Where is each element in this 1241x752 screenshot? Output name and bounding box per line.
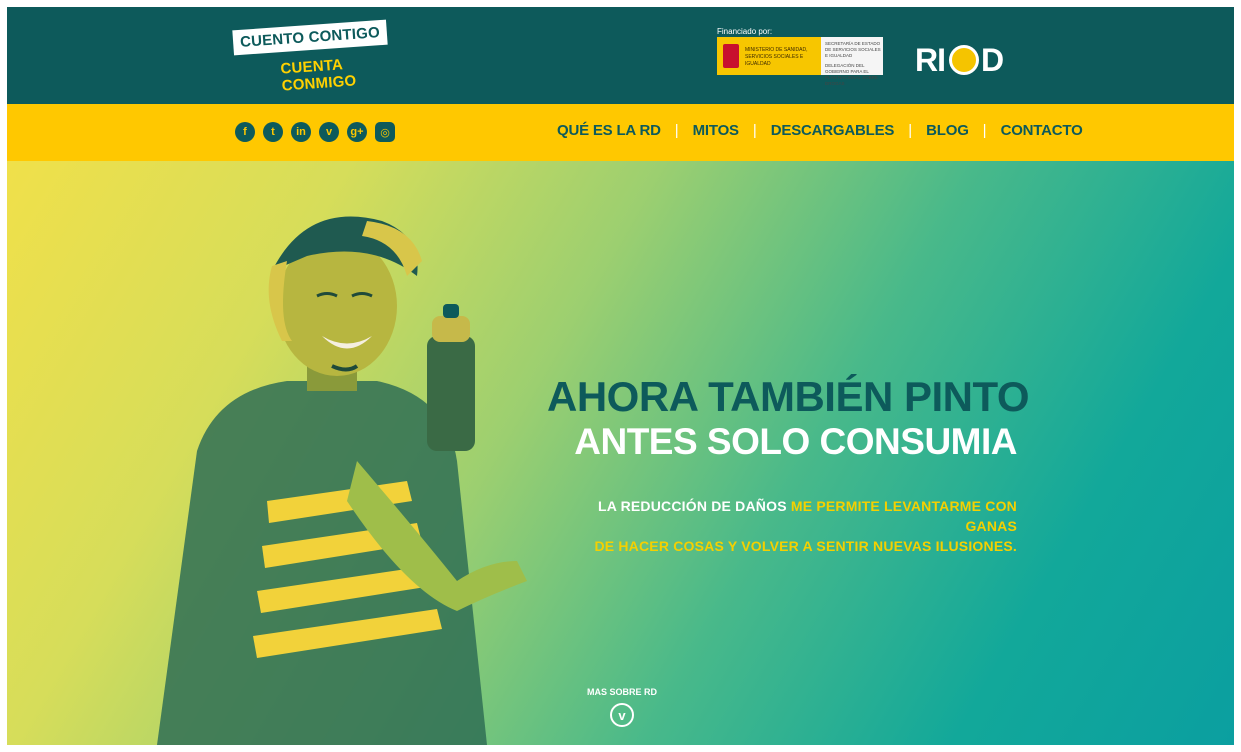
vimeo-icon[interactable]: v [319, 122, 339, 142]
hero-body-line1: ME PERMITE LEVANTARME CON GANAS [786, 498, 1017, 534]
hero-headline: AHORA TAMBIÉN PINTO [547, 373, 1030, 420]
nav-separator: | [752, 122, 757, 139]
nav-descargables[interactable]: DESCARGABLES [771, 122, 895, 139]
linkedin-icon[interactable]: in [291, 122, 311, 142]
nav-separator: | [982, 122, 987, 139]
nav-que-es-la-rd[interactable]: QUÉ ES LA RD [557, 122, 661, 139]
twitter-icon[interactable]: t [263, 122, 283, 142]
funding-badge: Financiado por: MINISTERIO DE SANIDAD, S… [717, 27, 887, 86]
hero-body-lead: LA REDUCCIÓN DE DAÑOS [597, 498, 787, 514]
ministry-flag-block: MINISTERIO DE SANIDAD, SERVICIOS SOCIALE… [717, 37, 821, 75]
page: CUENTO CONTIGO CUENTA CONMIGO Financiado… [7, 7, 1234, 745]
logo-line-2: CUENTA CONMIGO [279, 56, 357, 95]
logo-line-1: CUENTO CONTIGO [232, 19, 388, 56]
chevron-down-icon[interactable]: v [610, 703, 634, 727]
ministry-logo: MINISTERIO DE SANIDAD, SERVICIOS SOCIALE… [717, 37, 883, 86]
facebook-icon[interactable]: f [235, 122, 255, 142]
riod-logo[interactable]: RI D [915, 42, 1007, 78]
hero-section: AHORA TAMBIÉN PINTO ANTES SOLO CONSUMIA … [7, 161, 1234, 745]
funding-caption: Financiado por: [717, 27, 773, 36]
hero-person-image [157, 216, 527, 745]
more-about-rd[interactable]: MAS SOBRE RD v [587, 687, 657, 727]
nav-blog[interactable]: BLOG [926, 122, 969, 139]
navigation-bar: f t in v g+ ◎ QUÉ ES LA RD | MITOS | DES… [7, 104, 1234, 161]
secretaria-text: SECRETARÍA DE ESTADO DE SERVICIOS SOCIAL… [825, 41, 881, 58]
more-about-rd-label: MAS SOBRE RD [587, 687, 658, 697]
top-header: CUENTO CONTIGO CUENTA CONMIGO Financiado… [7, 7, 1234, 104]
ministry-name: MINISTERIO DE SANIDAD, SERVICIOS SOCIALE… [745, 47, 808, 67]
instagram-icon[interactable]: ◎ [375, 122, 395, 142]
nav-separator: | [908, 122, 913, 139]
site-logo[interactable]: CUENTO CONTIGO CUENTA CONMIGO [232, 19, 413, 95]
riod-logo-left: RI [915, 42, 946, 78]
main-menu: QUÉ ES LA RD | MITOS | DESCARGABLES | BL… [557, 122, 1083, 139]
secretaria-name: SECRETARÍA DE ESTADO DE SERVICIOS SOCIAL… [825, 41, 881, 87]
social-links: f t in v g+ ◎ [235, 122, 395, 142]
nav-mitos[interactable]: MITOS [693, 122, 739, 139]
delegacion-text: DELEGACIÓN DEL GOBIERNO PARA EL PLAN NAC… [825, 63, 878, 86]
hero-subheadline: ANTES SOLO CONSUMIA [574, 421, 1017, 462]
google-plus-icon[interactable]: g+ [347, 122, 367, 142]
hero-body-text: LA REDUCCIÓN DE DAÑOS ME PERMITE LEVANTA… [547, 496, 1017, 556]
nav-separator: | [674, 122, 679, 139]
nav-contacto[interactable]: CONTACTO [1001, 122, 1083, 139]
riod-logo-right: D [981, 42, 1005, 78]
coat-of-arms-icon [723, 44, 739, 68]
hero-body-line2: DE HACER COSAS Y VOLVER A SENTIR NUEVAS … [594, 538, 1017, 554]
globe-icon [949, 45, 979, 75]
